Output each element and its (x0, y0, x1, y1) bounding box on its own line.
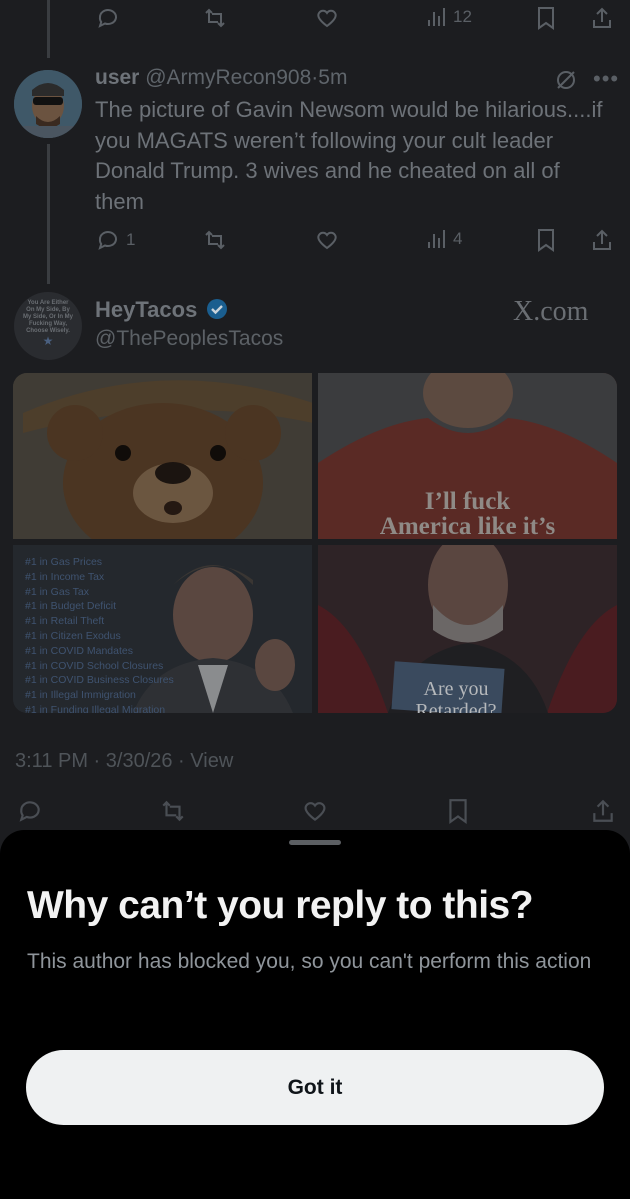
bottom-sheet: Why can’t you reply to this? This author… (0, 830, 630, 1199)
more-options-icon[interactable]: ••• (593, 66, 619, 92)
like-icon[interactable] (302, 798, 328, 824)
bookmark-icon[interactable] (446, 798, 470, 824)
shirt-text-line1: I’ll fuck (424, 488, 511, 515)
like-icon[interactable] (315, 228, 339, 252)
repost-icon[interactable] (203, 228, 227, 252)
reply-text: The picture of Gavin Newsom would be hil… (95, 97, 603, 214)
repost-icon[interactable] (160, 798, 186, 824)
shirt-text-line2: America like it’s (379, 513, 556, 539)
avatar[interactable] (14, 70, 82, 138)
tweet-time: 5m (318, 66, 348, 89)
views-count: 4 (453, 229, 463, 248)
ranking-item: #1 in Gas Prices (25, 556, 103, 568)
grok-icon[interactable] (554, 68, 578, 97)
star-icon: ★ (42, 334, 54, 348)
author-display-name[interactable]: HeyTacos (95, 297, 197, 322)
author-handle[interactable]: @ArmyRecon908 (145, 66, 311, 89)
ranking-item: #1 in Illegal Immigration (25, 689, 136, 702)
views-icon (428, 230, 445, 248)
media-image-rankings[interactable]: #1 in Gas Prices #1 in Income Tax #1 in … (13, 545, 312, 713)
got-it-button[interactable]: Got it (26, 1050, 604, 1125)
views-indicator[interactable]: 4 (427, 228, 462, 250)
sheet-message: This author has blocked you, so you can'… (27, 950, 592, 973)
ranking-item: #1 in Citizen Exodus (25, 629, 121, 642)
reply-icon[interactable] (96, 6, 120, 30)
previous-tweet-actions: 12 (0, 0, 630, 40)
tweet-thread-screen: 12 user @ArmyRecon908·5m ••• The picture… (0, 0, 630, 1199)
reply-icon[interactable] (17, 798, 43, 824)
bookmark-icon[interactable] (535, 228, 557, 252)
source-label[interactable]: X.com (513, 296, 588, 328)
ranking-item: #1 in Income Tax (25, 570, 105, 583)
ranking-item: #1 in Budget Deficit (25, 600, 117, 613)
views-indicator[interactable]: 12 (427, 6, 472, 28)
reply-count: 1 (126, 230, 136, 249)
ranking-item: #1 in COVID School Closures (25, 659, 164, 672)
book-title: Are you Retarded? (406, 678, 506, 713)
share-icon[interactable] (591, 798, 615, 824)
main-author-row: HeyTacos (95, 297, 228, 326)
author-display-name[interactable]: user (95, 66, 139, 89)
share-icon[interactable] (591, 228, 613, 252)
media-image-shirt[interactable]: I’ll fuck America like it’s (318, 373, 617, 539)
ranking-item: #1 in Retail Theft (25, 615, 105, 628)
avatar[interactable]: You Are Either On My Side, By My Side, O… (14, 292, 82, 360)
book-line2: Retarded? (415, 700, 497, 713)
media-image-book[interactable]: Are you Retarded? (318, 545, 617, 713)
thread-connector (47, 0, 50, 58)
repost-icon[interactable] (203, 6, 227, 30)
reply-author-row: user @ArmyRecon908·5m (95, 66, 347, 90)
verified-badge-icon (206, 298, 228, 326)
media-grid: I’ll fuck America like it’s #1 in Gas Pr… (13, 373, 617, 713)
tweet-timestamp[interactable]: 3:11 PM · 3/30/26 · View (15, 750, 233, 773)
views-count: 12 (453, 7, 472, 26)
sheet-grabber[interactable] (289, 840, 341, 845)
author-handle[interactable]: @ThePeoplesTacos (95, 327, 283, 351)
bookmark-icon[interactable] (535, 6, 557, 30)
like-icon[interactable] (315, 6, 339, 30)
share-icon[interactable] (591, 6, 613, 30)
reply-actions: 1 4 (0, 226, 630, 266)
reply-button[interactable]: 1 (96, 228, 135, 252)
rankings-list: #1 in Gas Prices #1 in Income Tax #1 in … (25, 555, 174, 713)
book-line1: Are you (423, 678, 489, 700)
ranking-item: #1 in Gas Tax (25, 585, 90, 598)
ranking-item: #1 in Funding Illegal Migration (25, 703, 166, 713)
avatar-text: You Are Either On My Side, By My Side, O… (23, 300, 74, 334)
sheet-title: Why can’t you reply to this? (27, 884, 534, 927)
reply-icon (98, 231, 117, 250)
ranking-item: #1 in COVID Business Closures (25, 674, 174, 687)
media-image-bear[interactable] (13, 373, 312, 539)
views-icon (428, 8, 445, 26)
ranking-item: #1 in COVID Mandates (25, 644, 133, 657)
